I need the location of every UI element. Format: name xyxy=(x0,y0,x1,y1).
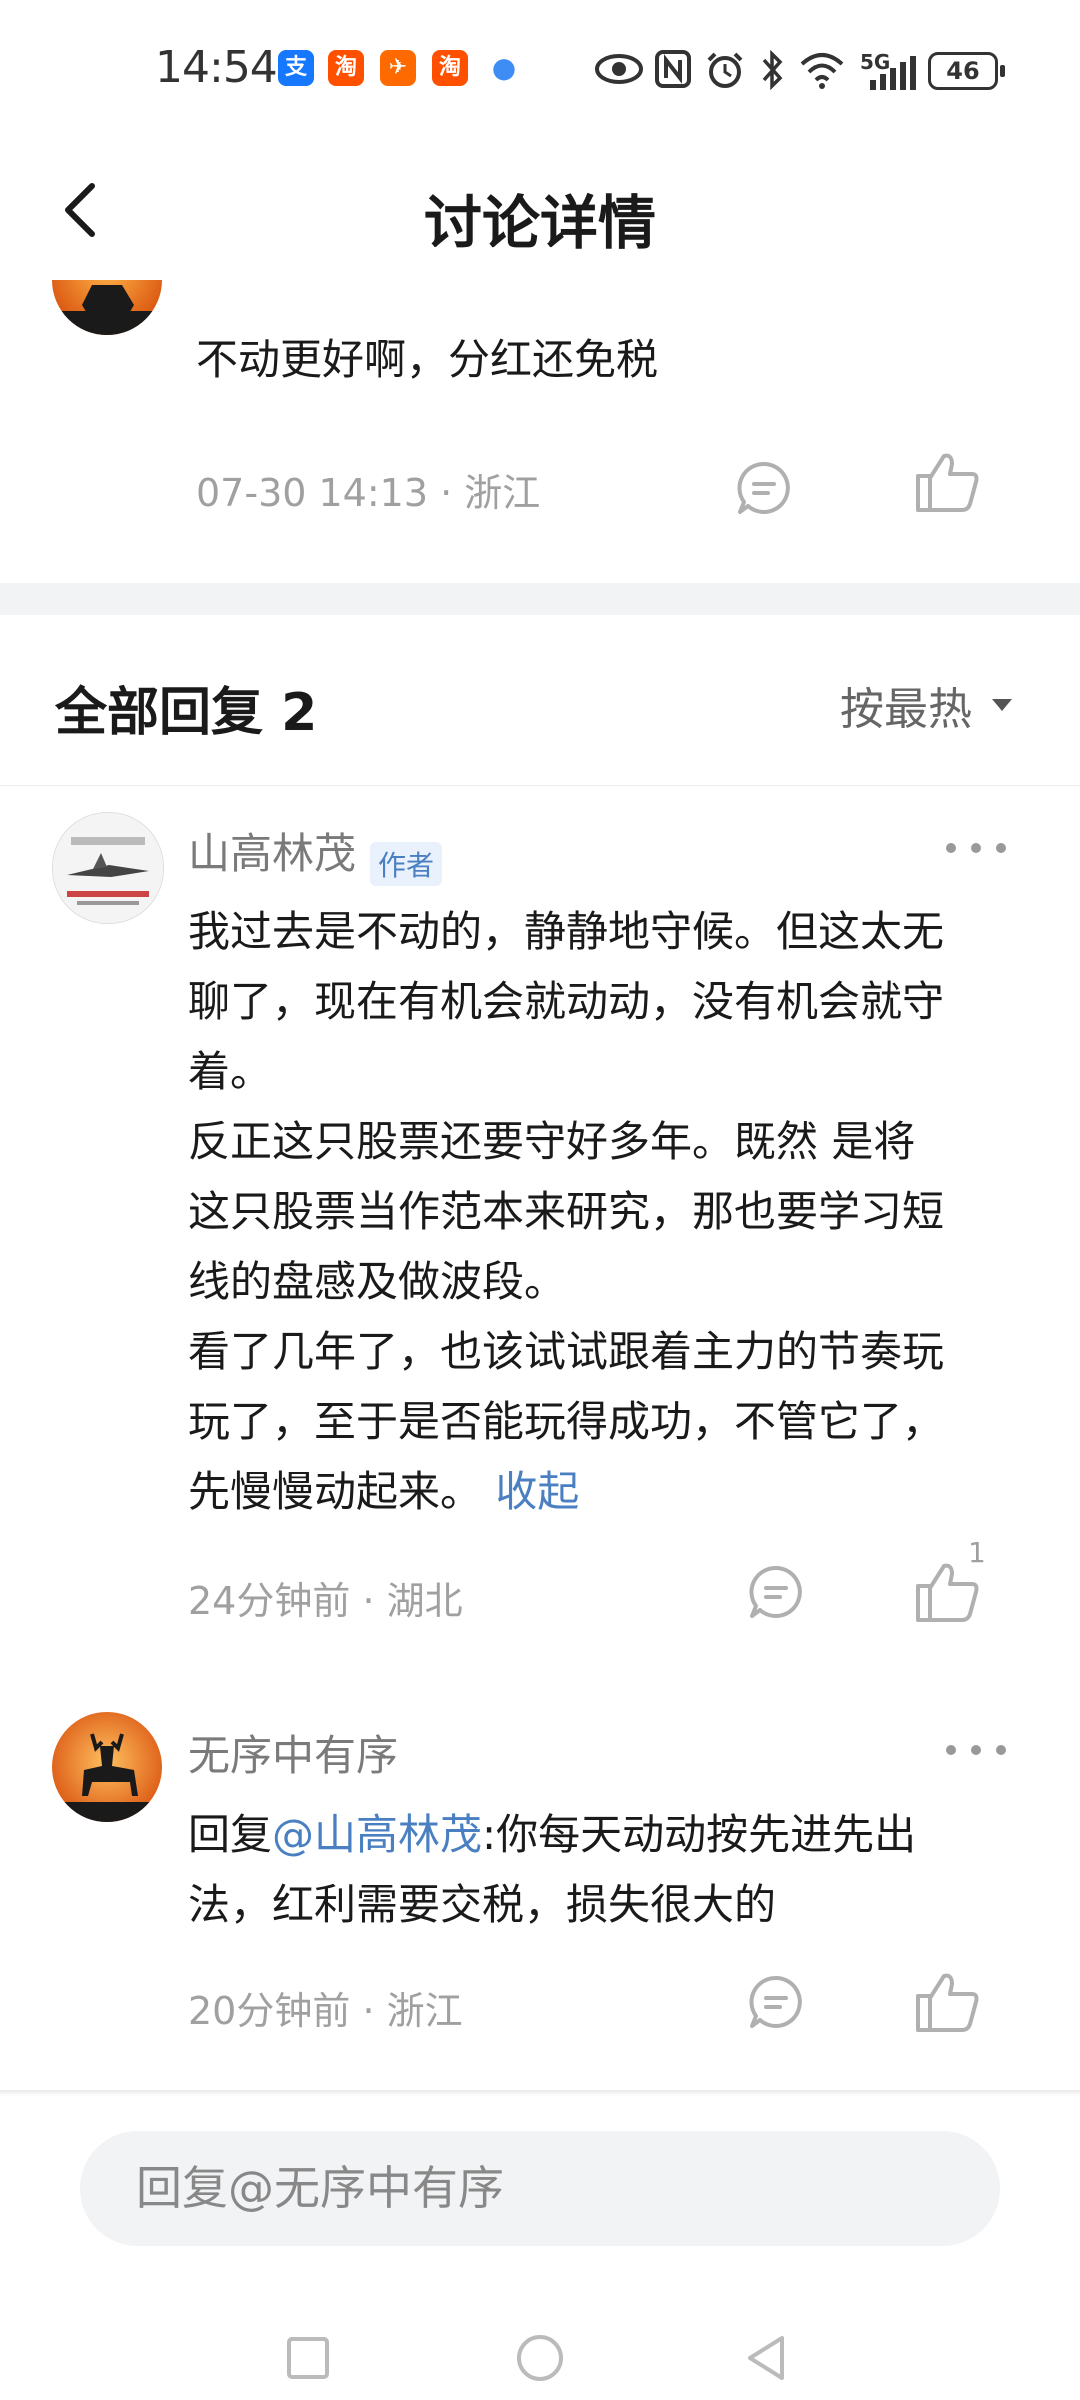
avatar[interactable] xyxy=(52,812,164,924)
replies-header: 全部回复 2 按最热 xyxy=(0,615,1080,786)
dot xyxy=(996,1745,1006,1755)
mention-link[interactable]: @山高林茂 xyxy=(272,1810,482,1859)
comment-location: 浙江 xyxy=(464,471,541,515)
comment-bubble-icon xyxy=(749,1565,802,1618)
reply-line-text: 先慢慢动起来。 xyxy=(188,1467,483,1516)
taobao-app-icon-2: 淘 xyxy=(432,50,468,86)
reply-line: 回复@山高林茂:你每天动动按先进先出 xyxy=(188,1800,1048,1870)
alipay-app-icon: 支 xyxy=(278,50,314,86)
reply-prefix: 回复 xyxy=(188,1810,273,1859)
reply-input[interactable]: 回复@无序中有序 xyxy=(80,2131,1000,2246)
reply-line: 法，红利需要交税，损失很大的 xyxy=(188,1880,777,1929)
top-navigation-bar: 讨论详情 xyxy=(0,140,1080,280)
status-time: 14:54 xyxy=(155,42,278,93)
reply-line: 看了几年了，也该试试跟着主力的节奏玩 xyxy=(188,1327,945,1376)
reply-meta: 20分钟前 · 浙江 xyxy=(188,1980,463,2035)
comment-time: 24分钟前 xyxy=(188,1579,351,1623)
thumbs-up-icon xyxy=(916,1973,979,2032)
reply-line-text: :你每天动动按先进先出 xyxy=(482,1810,917,1859)
system-navigation-bar xyxy=(0,2290,1080,2400)
comment-location: 浙江 xyxy=(386,1989,463,2033)
dot xyxy=(946,843,956,853)
recent-apps-icon[interactable] xyxy=(286,2336,330,2380)
reply-button[interactable] xyxy=(724,448,804,528)
like-count: 1 xyxy=(968,1536,986,1569)
dot xyxy=(971,1745,981,1755)
reply-line: 反正这只股票还要守好多年。既然 是将 xyxy=(188,1117,916,1166)
meta-separator: · xyxy=(440,471,465,515)
reply-line: 着。 xyxy=(188,1047,273,1096)
more-options-button[interactable] xyxy=(946,833,1006,863)
meta-separator: · xyxy=(362,1579,387,1623)
dot xyxy=(946,1745,956,1755)
page-title: 讨论详情 xyxy=(423,189,656,257)
thumbs-up-icon xyxy=(916,453,979,512)
bluetooth-icon xyxy=(762,50,783,90)
reply-line: 聊了，现在有机会就动动，没有机会就守 xyxy=(188,977,945,1026)
comment-location: 湖北 xyxy=(386,1579,463,1623)
reply-meta: 24分钟前 · 湖北 xyxy=(188,1570,463,1625)
thumbs-up-icon xyxy=(916,1563,979,1622)
like-button[interactable] xyxy=(908,442,988,522)
reply-username[interactable]: 山高林茂 xyxy=(188,829,356,878)
back-nav-icon[interactable] xyxy=(744,2334,788,2382)
nfc-icon xyxy=(655,50,691,88)
reply-header: 山高林茂 作者 xyxy=(188,820,443,886)
dot xyxy=(971,843,981,853)
reply-line: 这只股票当作范本来研究，那也要学习短 xyxy=(188,1187,945,1236)
wifi-icon xyxy=(800,53,844,89)
alarm-icon xyxy=(707,52,743,88)
meta-separator: · xyxy=(362,1989,387,2033)
more-options-button[interactable] xyxy=(946,1735,1006,1765)
reply-line: 线的盘感及做波段。 xyxy=(188,1257,567,1306)
reply-username[interactable]: 无序中有序 xyxy=(188,1731,398,1780)
parent-comment-meta: 07-30 14:13 · 浙江 xyxy=(196,462,540,517)
reply-text: 回复@山高林茂:你每天动动按先进先出 法，红利需要交税，损失很大的 xyxy=(188,1800,1048,1940)
eye-icon xyxy=(595,54,643,84)
signal-icon xyxy=(870,56,916,90)
dot xyxy=(996,843,1006,853)
browser-app-icon: ● xyxy=(486,50,522,86)
comment-bubble-icon xyxy=(737,461,790,514)
comment-time: 07-30 14:13 xyxy=(196,471,429,515)
battery-indicator: 46 xyxy=(928,52,1005,90)
reply-line: 玩了，至于是否能玩得成功，不管它了， xyxy=(188,1397,945,1446)
taobao-app-icon: 淘 xyxy=(328,50,364,86)
collapse-link[interactable]: 收起 xyxy=(495,1467,579,1516)
reply-button[interactable] xyxy=(736,1552,816,1632)
comment-time: 20分钟前 xyxy=(188,1989,351,2033)
parent-comment: 不动更好啊，分红还免税 07-30 14:13 · 浙江 xyxy=(0,280,1080,580)
reply-button[interactable] xyxy=(736,1962,816,2042)
home-icon[interactable] xyxy=(516,2334,564,2382)
reply-line: 我过去是不动的，静静地守候。但这太无 xyxy=(188,907,945,956)
status-bar: 14:54 支 淘 ✈ 淘 ● 5G 46 xyxy=(0,0,1080,140)
replies-count-title: 全部回复 2 xyxy=(55,683,318,743)
parent-comment-text: 不动更好啊，分红还免税 xyxy=(196,335,659,384)
sort-label: 按最热 xyxy=(840,684,972,735)
comment-bubble-icon xyxy=(749,1975,802,2028)
like-button[interactable] xyxy=(908,1962,988,2042)
caret-down-icon xyxy=(992,699,1012,711)
sort-dropdown[interactable]: 按最热 xyxy=(840,673,1014,737)
reply-line-last: 先慢慢动起来。 收起 xyxy=(188,1457,1048,1527)
avatar[interactable] xyxy=(52,280,162,335)
author-badge: 作者 xyxy=(370,841,443,886)
avatar[interactable] xyxy=(52,1712,162,1822)
telegram-app-icon: ✈ xyxy=(380,50,416,86)
section-divider xyxy=(0,583,1080,615)
reply-text: 我过去是不动的，静静地守候。但这太无 聊了，现在有机会就动动，没有机会就守 着。… xyxy=(188,897,1048,1527)
reply-header: 无序中有序 xyxy=(188,1722,398,1783)
